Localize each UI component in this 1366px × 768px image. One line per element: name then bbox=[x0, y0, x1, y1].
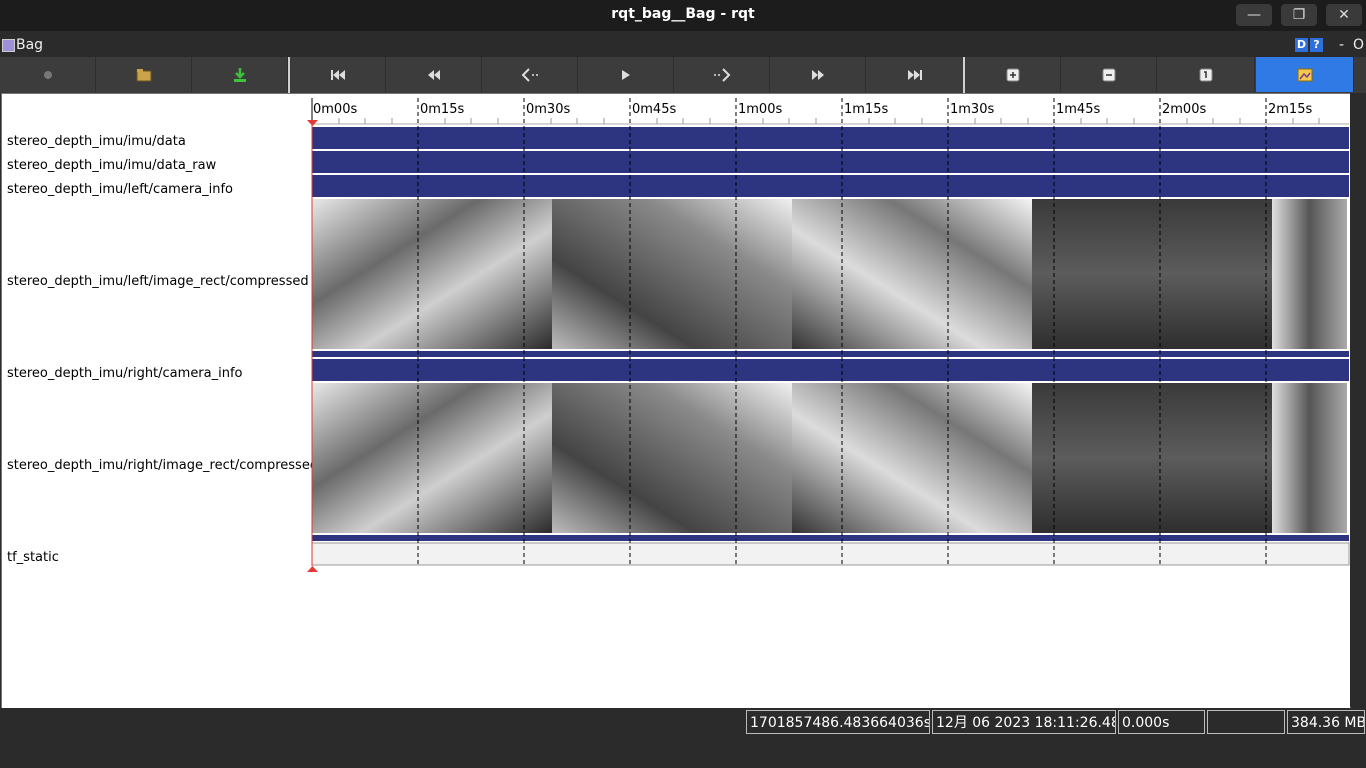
play-icon bbox=[621, 69, 630, 80]
folder-icon bbox=[136, 68, 151, 81]
thumbnail-image bbox=[1032, 383, 1272, 533]
end-button[interactable] bbox=[866, 57, 964, 92]
thumbnail-image bbox=[792, 199, 1032, 349]
message-bar bbox=[312, 151, 1349, 173]
dock-title: Bag bbox=[16, 37, 44, 53]
thumbnail-image bbox=[312, 383, 552, 533]
thumbnail-image bbox=[1032, 199, 1272, 349]
elapsed-time-field: 0.000s bbox=[1118, 710, 1205, 734]
thumbnails-icon bbox=[1297, 68, 1312, 81]
timeline-panel: 0m00s 0m15s 0m30s 0m45s 1m00s 1m15s 1m30… bbox=[1, 93, 1351, 709]
zoom-out-button[interactable] bbox=[1061, 57, 1157, 92]
thumbnail-image bbox=[312, 199, 552, 349]
bag-size-field: 384.36 MB bbox=[1287, 710, 1365, 734]
step-back-button[interactable] bbox=[482, 57, 578, 92]
message-bar bbox=[312, 175, 1349, 197]
begin-button[interactable] bbox=[290, 57, 386, 92]
thumbnail-image bbox=[1272, 199, 1347, 349]
image-thumbnail-strip bbox=[312, 199, 1347, 349]
load-bag-button[interactable] bbox=[96, 57, 192, 92]
playspeed-field bbox=[1207, 710, 1285, 734]
thumbnail-image bbox=[1272, 383, 1347, 533]
date-field: 12月 06 2023 18:11:26.483 bbox=[932, 710, 1116, 734]
dock-d-button[interactable]: D bbox=[1295, 38, 1308, 52]
record-button[interactable] bbox=[0, 57, 96, 92]
message-bar bbox=[312, 535, 1349, 541]
message-bar bbox=[312, 127, 1349, 149]
dock-close-button[interactable]: O bbox=[1353, 37, 1364, 53]
close-window-button[interactable]: ✕ bbox=[1326, 4, 1362, 26]
step-forward-icon bbox=[713, 67, 730, 82]
zoom-in-icon bbox=[1006, 68, 1019, 81]
grid-icon bbox=[2, 39, 15, 52]
timeline-tracks[interactable] bbox=[2, 94, 1350, 708]
restore-window-button[interactable]: ❐ bbox=[1281, 4, 1317, 26]
record-icon bbox=[43, 70, 52, 79]
message-bar bbox=[312, 351, 1349, 357]
window-titlebar: rqt_bag__Bag - rqt — ❐ ✕ bbox=[0, 0, 1366, 31]
rewind-button[interactable] bbox=[386, 57, 482, 92]
fast-forward-icon bbox=[811, 69, 824, 80]
window-title: rqt_bag__Bag - rqt bbox=[611, 6, 755, 22]
step-back-icon bbox=[521, 67, 538, 82]
dock-title-bar: Bag D ? - O bbox=[0, 31, 1366, 57]
toggle-thumbnails-button[interactable] bbox=[1256, 57, 1354, 92]
tf-static-row bbox=[311, 542, 1350, 566]
toolbar bbox=[0, 57, 1366, 93]
dock-minimize-button[interactable]: - bbox=[1339, 37, 1344, 53]
skip-to-end-icon bbox=[907, 69, 922, 80]
download-icon bbox=[233, 67, 246, 82]
zoom-reset-button[interactable] bbox=[1157, 57, 1255, 92]
save-bag-button[interactable] bbox=[192, 57, 288, 92]
timestamp-field: 1701857486.483664036s bbox=[746, 710, 930, 734]
vertical-scrollbar[interactable] bbox=[1350, 93, 1366, 707]
thumbnail-image bbox=[792, 383, 1032, 533]
thumbnail-image bbox=[552, 199, 792, 349]
image-thumbnail-strip bbox=[312, 383, 1347, 533]
step-forward-button[interactable] bbox=[674, 57, 770, 92]
zoom-in-button[interactable] bbox=[965, 57, 1061, 92]
thumbnail-image bbox=[552, 383, 792, 533]
minimize-window-button[interactable]: — bbox=[1236, 4, 1272, 26]
zoom-reset-icon bbox=[1199, 68, 1212, 81]
help-button[interactable]: ? bbox=[1310, 38, 1323, 52]
message-bar bbox=[312, 359, 1349, 381]
skip-to-start-icon bbox=[330, 69, 345, 80]
fast-forward-button[interactable] bbox=[770, 57, 866, 92]
status-bar: 1701857486.483664036s 12月 06 2023 18:11:… bbox=[0, 708, 1366, 738]
zoom-out-icon bbox=[1102, 68, 1115, 81]
play-button[interactable] bbox=[578, 57, 674, 92]
rewind-icon bbox=[427, 69, 440, 80]
